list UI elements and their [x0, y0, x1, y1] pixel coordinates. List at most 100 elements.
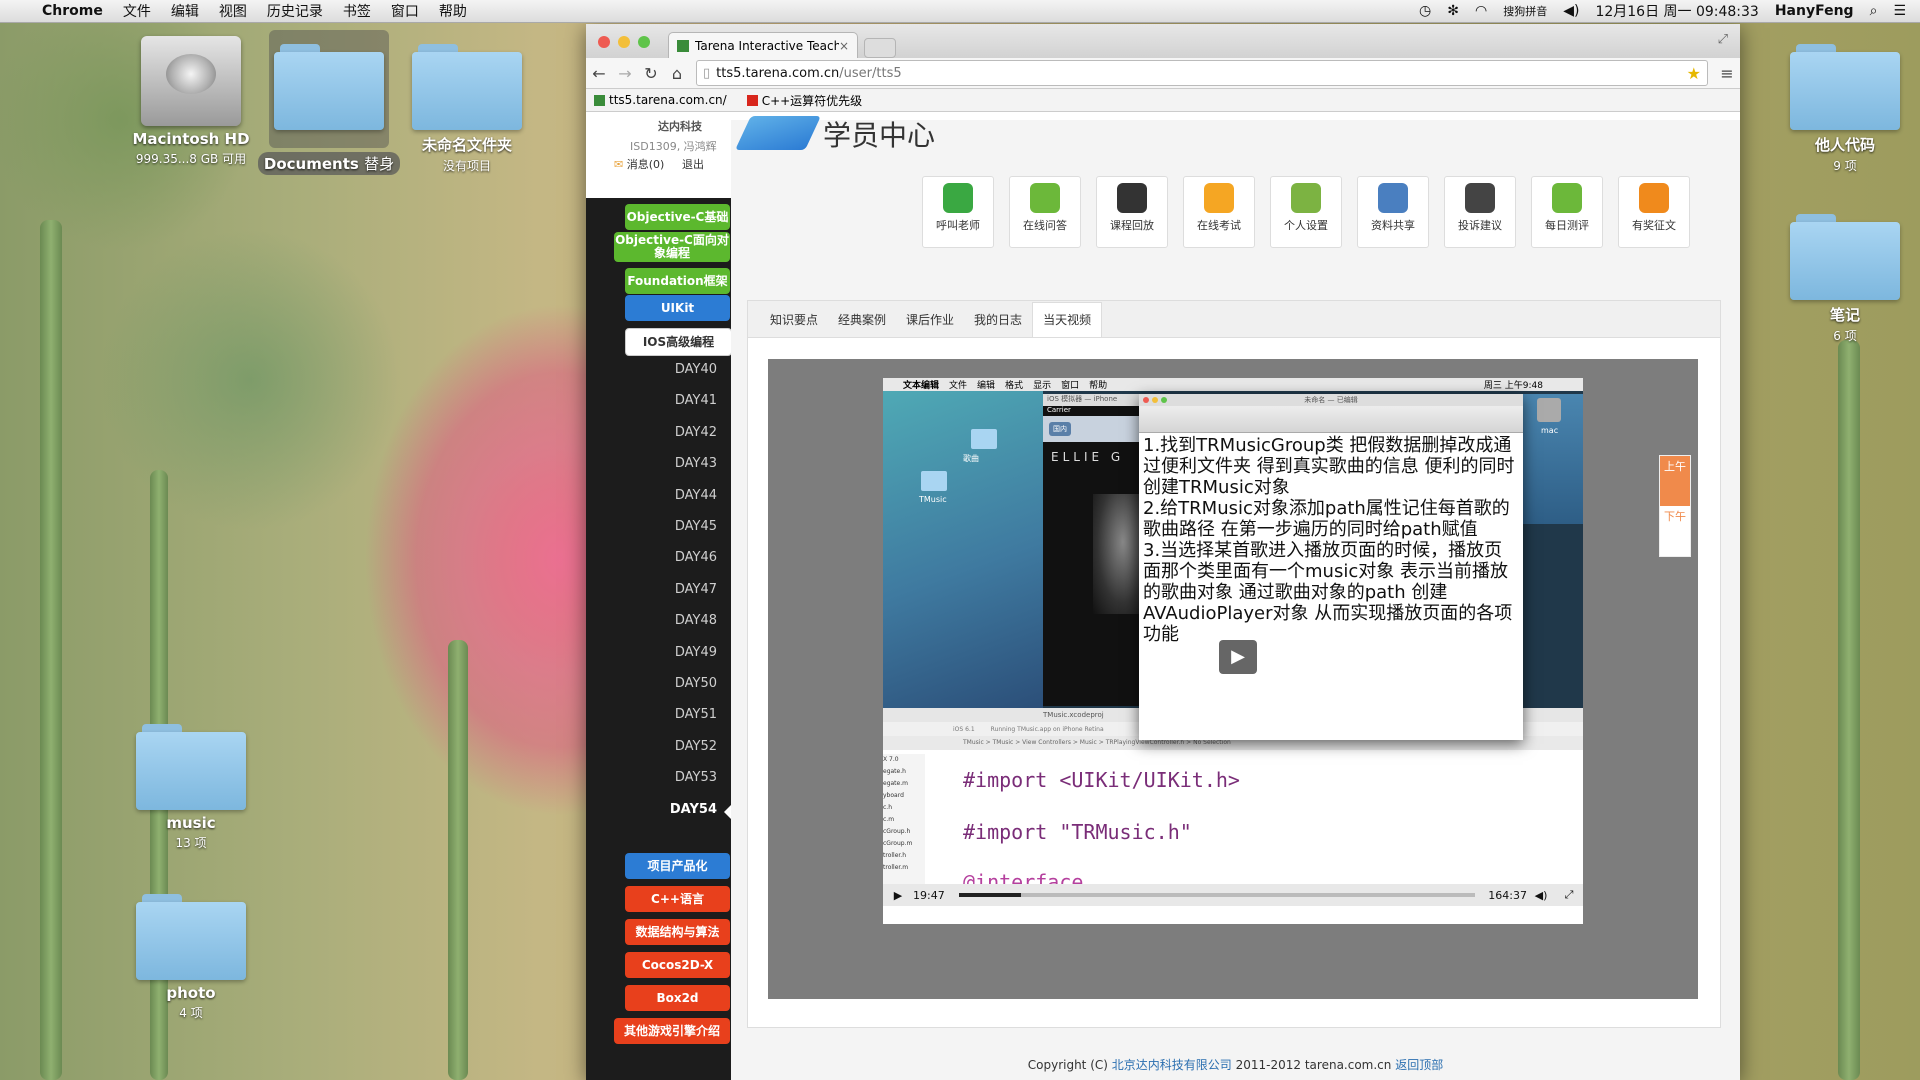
desktop-icon-others-code[interactable]: 他人代码 9 项	[1770, 44, 1920, 174]
browser-tab[interactable]: Tarena Interactive Teachin ×	[668, 32, 858, 58]
day-item[interactable]: DAY53	[675, 770, 717, 785]
logout-link[interactable]: 退出	[682, 156, 704, 172]
fullscreen-icon[interactable]: ⤢	[1718, 32, 1728, 47]
day-item[interactable]: DAY45	[675, 519, 717, 534]
tool-tile[interactable]: 课程回放	[1096, 176, 1168, 248]
time-machine-icon[interactable]: ◷	[1411, 3, 1439, 19]
session-pm-button[interactable]: 下午	[1660, 506, 1690, 523]
tab-cases[interactable]: 经典案例	[828, 311, 896, 337]
tile-label: 课程回放	[1110, 219, 1154, 232]
volume-icon[interactable]: ◀)	[1527, 889, 1555, 902]
menu-edit[interactable]: 编辑	[161, 1, 209, 21]
course-button[interactable]: C++语言	[625, 886, 730, 912]
course-uikit[interactable]: UIKit	[625, 295, 730, 321]
app-menu[interactable]: Chrome	[32, 3, 113, 19]
tool-tile[interactable]: 每日测评	[1531, 176, 1603, 248]
tab-today-video[interactable]: 当天视频	[1032, 302, 1103, 337]
minimize-window-button[interactable]	[618, 36, 630, 48]
bookmark-item[interactable]: C++运算符优先级	[746, 92, 862, 109]
day-item[interactable]: DAY51	[675, 707, 717, 722]
video-seekbar[interactable]	[959, 893, 1475, 897]
tab-diary[interactable]: 我的日志	[964, 311, 1032, 337]
address-bar[interactable]: ▯ tts5.tarena.com.cn /user/tts5 ★	[696, 60, 1708, 86]
video-frame[interactable]: 文本编辑 文件 编辑 格式 显示 窗口 帮助 周三 上午9:48 歌曲 TMus…	[883, 378, 1583, 924]
messages-link[interactable]: ✉ 消息(0)	[614, 156, 664, 172]
clock[interactable]: 12月16日 周一 09:48:33	[1587, 1, 1766, 21]
desktop-icon-macintosh-hd[interactable]: Macintosh HD 999.35...8 GB 可用	[116, 36, 266, 167]
course-button[interactable]: 其他游戏引擎介绍	[614, 1018, 730, 1044]
tool-tile[interactable]: 在线考试	[1183, 176, 1255, 248]
course-button[interactable]: 数据结构与算法	[625, 919, 730, 945]
forward-arrow-icon[interactable]: →	[612, 64, 638, 83]
day-item[interactable]: DAY46	[675, 550, 717, 565]
menu-history[interactable]: 历史记录	[257, 1, 333, 21]
active-day-pointer-icon	[724, 804, 731, 819]
day-item[interactable]: DAY52	[675, 739, 717, 754]
desktop-icon-documents[interactable]: Documents 替身	[254, 30, 404, 175]
volume-icon[interactable]: ◀)	[1555, 3, 1587, 19]
play-pause-icon[interactable]: ▶	[883, 889, 913, 902]
menu-window[interactable]: 窗口	[381, 1, 429, 21]
day-item[interactable]: DAY48	[675, 613, 717, 628]
course-button[interactable]: Box2d	[625, 985, 730, 1011]
day-item[interactable]: DAY49	[675, 645, 717, 660]
footer-company-link[interactable]: 北京达内科技有限公司	[1112, 1058, 1232, 1072]
day-item[interactable]: DAY42	[675, 425, 717, 440]
tab-close-icon[interactable]: ×	[839, 39, 849, 53]
tab-homework[interactable]: 课后作业	[896, 311, 964, 337]
tool-tile[interactable]: 呼叫老师	[922, 176, 994, 248]
tool-tile[interactable]: 在线问答	[1009, 176, 1081, 248]
tab-knowledge[interactable]: 知识要点	[760, 311, 828, 337]
course-objc-oop[interactable]: Objective-C面向对象编程	[614, 232, 730, 262]
tool-tile[interactable]: 投诉建议	[1444, 176, 1516, 248]
tool-tile[interactable]: 有奖征文	[1618, 176, 1690, 248]
course-ios-advanced[interactable]: IOS高级编程	[625, 328, 732, 356]
day-item[interactable]: DAY50	[675, 676, 717, 691]
play-icon[interactable]: ▶	[1219, 640, 1257, 674]
day-item[interactable]: DAY43	[675, 456, 717, 471]
wifi-icon[interactable]: ◠	[1467, 3, 1495, 19]
day-item[interactable]: DAY44	[675, 488, 717, 503]
desktop-icon-photo[interactable]: photo 4 项	[116, 894, 266, 1021]
note-line: 3.当选择某首歌进入播放页面的时候，播放页面那个类里面有一个music对象 表示…	[1143, 540, 1513, 645]
icon-info: 没有项目	[442, 159, 491, 173]
tool-tile[interactable]: 资料共享	[1357, 176, 1429, 248]
day-item[interactable]: DAY47	[675, 582, 717, 597]
input-method-label[interactable]: 搜狗拼音	[1495, 3, 1555, 19]
icon-label: 笔记	[1829, 306, 1860, 324]
desktop-icon-notes[interactable]: 笔记 6 项	[1770, 214, 1920, 344]
tool-tile[interactable]: 个人设置	[1270, 176, 1342, 248]
bookmark-star-icon[interactable]: ★	[1687, 64, 1701, 83]
course-foundation[interactable]: Foundation框架	[625, 268, 730, 294]
day-item[interactable]: DAY40	[675, 362, 717, 377]
chrome-menu-icon[interactable]: ≡	[1714, 64, 1740, 83]
back-arrow-icon[interactable]: ←	[586, 64, 612, 83]
menu-file[interactable]: 文件	[113, 1, 161, 21]
course-button[interactable]: 项目产品化	[625, 853, 730, 879]
course-button[interactable]: Cocos2D-X	[625, 952, 730, 978]
session-am-button[interactable]: 上午	[1660, 456, 1690, 506]
menu-bookmarks[interactable]: 书签	[333, 1, 381, 21]
desktop-icon-music[interactable]: music 13 项	[116, 724, 266, 851]
zoom-window-button[interactable]	[638, 36, 650, 48]
tile-label: 资料共享	[1371, 219, 1415, 232]
close-window-button[interactable]	[598, 36, 610, 48]
menu-view[interactable]: 视图	[209, 1, 257, 21]
menu-help[interactable]: 帮助	[429, 1, 477, 21]
new-tab-button[interactable]	[864, 38, 896, 58]
home-icon[interactable]: ⌂	[664, 64, 690, 83]
folder-icon	[136, 894, 246, 980]
day-item[interactable]: DAY41	[675, 393, 717, 408]
course-objc-basic[interactable]: Objective-C基础	[625, 204, 730, 230]
desktop-icon-untitled-folder[interactable]: 未命名文件夹 没有项目	[392, 44, 542, 174]
folder-icon	[1790, 214, 1900, 300]
bluetooth-icon[interactable]: ✻	[1439, 3, 1467, 19]
spotlight-icon[interactable]: ⌕	[1862, 3, 1886, 19]
user-name[interactable]: HanyFeng	[1767, 3, 1862, 19]
notification-icon[interactable]: ☰	[1885, 3, 1920, 19]
reload-icon[interactable]: ↻	[638, 64, 664, 83]
fullscreen-icon[interactable]: ⤢	[1555, 888, 1583, 902]
bookmark-item[interactable]: tts5.tarena.com.cn/	[594, 93, 727, 107]
back-to-top-link[interactable]: 返回顶部	[1395, 1058, 1443, 1072]
day-item[interactable]: DAY54	[670, 802, 717, 817]
